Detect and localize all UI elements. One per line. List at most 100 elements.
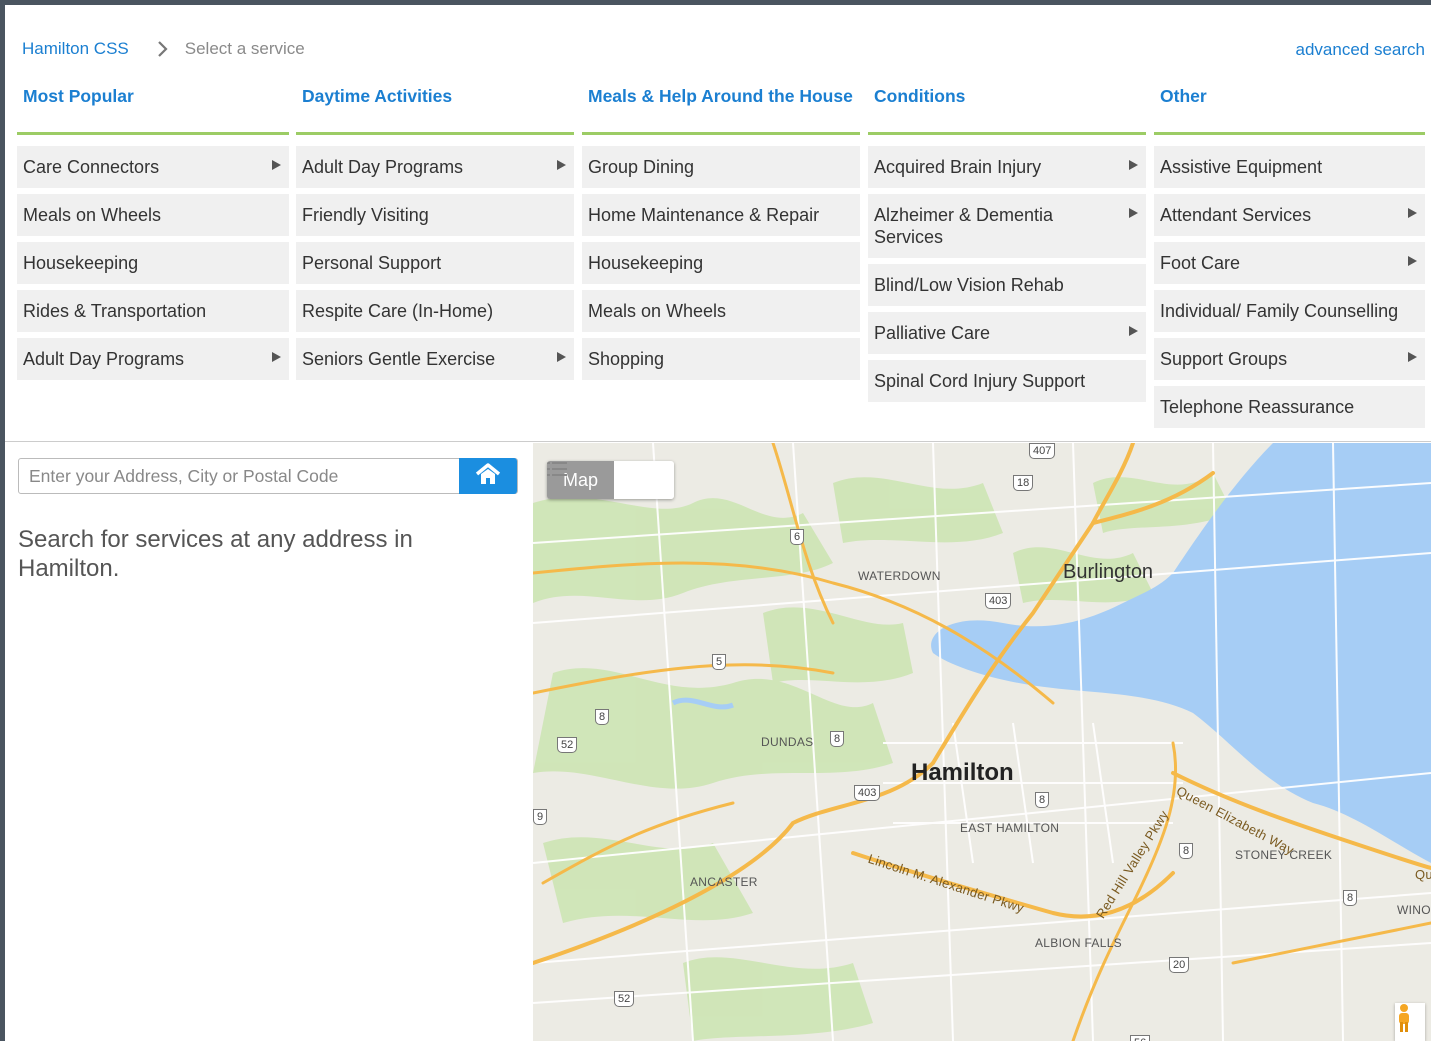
service-meals-on-wheels[interactable]: Meals on Wheels (17, 194, 289, 236)
map-label-qu: Qu (1415, 867, 1431, 882)
service-foot-care[interactable]: Foot Care (1154, 242, 1425, 284)
home-search-button[interactable] (459, 458, 517, 494)
service-attendant-services[interactable]: Attendant Services (1154, 194, 1425, 236)
service-label: Attendant Services (1160, 205, 1312, 225)
triangle-right-icon (1408, 352, 1417, 362)
column-most-popular: Most Popular Care Connectors Meals on Wh… (17, 83, 289, 386)
service-label: Support Groups (1160, 349, 1288, 369)
service-personal-support[interactable]: Personal Support (296, 242, 574, 284)
chevron-right-icon (157, 40, 169, 58)
service-label: Home Maintenance & Repair (588, 205, 820, 225)
advanced-search-link[interactable]: advanced search (1296, 40, 1425, 60)
service-housekeeping[interactable]: Housekeeping (17, 242, 289, 284)
service-label: Adult Day Programs (302, 157, 464, 177)
triangle-right-icon (272, 160, 281, 170)
highway-shield: 56 (1130, 1035, 1151, 1041)
service-label: Meals on Wheels (23, 205, 162, 225)
service-meals-on-wheels[interactable]: Meals on Wheels (582, 290, 860, 332)
service-group-dining[interactable]: Group Dining (582, 146, 860, 188)
address-search (18, 458, 518, 494)
service-family-counselling[interactable]: Individual/ Family Counselling (1154, 290, 1425, 332)
highway-shield: 8 (1179, 843, 1194, 859)
column-conditions: Conditions Acquired Brain Injury Alzheim… (868, 83, 1146, 408)
breadcrumb-home-link[interactable]: Hamilton CSS (22, 39, 129, 59)
service-label: Housekeeping (23, 253, 139, 273)
service-label: Housekeeping (588, 253, 704, 273)
highway-shield: 8 (1035, 792, 1050, 808)
triangle-right-icon (1408, 208, 1417, 218)
service-adult-day-programs[interactable]: Adult Day Programs (17, 338, 289, 380)
service-label: Group Dining (588, 157, 695, 177)
map-label-albion-falls: ALBION FALLS (1035, 936, 1122, 950)
triangle-right-icon (557, 352, 566, 362)
service-spinal-cord-injury[interactable]: Spinal Cord Injury Support (868, 360, 1146, 402)
map-label-wino: WINO (1397, 903, 1431, 917)
highway-shield: 8 (830, 731, 845, 747)
page: Hamilton CSS Select a service advanced s… (5, 5, 1431, 1041)
highway-shield: 8 (1343, 890, 1358, 906)
triangle-right-icon (272, 352, 281, 362)
service-adult-day-programs[interactable]: Adult Day Programs (296, 146, 574, 188)
service-label: Shopping (588, 349, 665, 369)
highway-shield: 18 (1013, 475, 1034, 491)
service-telephone-reassurance[interactable]: Telephone Reassurance (1154, 386, 1425, 428)
service-label: Rides & Transportation (23, 301, 207, 321)
service-label: Individual/ Family Counselling (1160, 301, 1399, 321)
service-label: Personal Support (302, 253, 442, 273)
highway-shield: 403 (985, 593, 1012, 609)
highway-shield: 407 (1029, 443, 1056, 459)
service-label: Palliative Care (874, 323, 991, 343)
street-view-pegman[interactable] (1395, 1003, 1425, 1041)
map-label-ancaster: ANCASTER (690, 875, 758, 889)
column-heading: Daytime Activities (296, 83, 574, 135)
map-view-toggle: Map (547, 461, 675, 499)
service-label: Seniors Gentle Exercise (302, 349, 496, 369)
search-prompt: Search for services at any address in Ha… (18, 526, 413, 582)
map-canvas (533, 443, 1431, 1041)
list-view-button[interactable] (547, 461, 675, 499)
column-other: Other Assistive Equipment Attendant Serv… (1154, 83, 1425, 434)
service-label: Foot Care (1160, 253, 1241, 273)
highway-shield: 5 (712, 654, 727, 670)
triangle-right-icon (557, 160, 566, 170)
home-icon (474, 462, 502, 491)
service-shopping[interactable]: Shopping (582, 338, 860, 380)
service-label: Meals on Wheels (588, 301, 727, 321)
service-label: Blind/Low Vision Rehab (874, 275, 1064, 295)
map[interactable]: Map Burlington Hamilton WATERDOWN DUNDAS… (533, 443, 1431, 1041)
triangle-right-icon (1129, 326, 1138, 336)
map-label-dundas: DUNDAS (761, 735, 814, 749)
triangle-right-icon (1129, 208, 1138, 218)
service-home-maintenance[interactable]: Home Maintenance & Repair (582, 194, 860, 236)
service-assistive-equipment[interactable]: Assistive Equipment (1154, 146, 1425, 188)
service-palliative-care[interactable]: Palliative Care (868, 312, 1146, 354)
service-acquired-brain-injury[interactable]: Acquired Brain Injury (868, 146, 1146, 188)
service-label: Telephone Reassurance (1160, 397, 1355, 417)
address-search-input[interactable] (19, 459, 479, 493)
service-label: Adult Day Programs (23, 349, 185, 369)
column-heading: Meals & Help Around the House (582, 83, 860, 135)
service-blind-low-vision[interactable]: Blind/Low Vision Rehab (868, 264, 1146, 306)
map-label-waterdown: WATERDOWN (858, 569, 941, 583)
map-label-hamilton: Hamilton (911, 759, 1014, 786)
service-support-groups[interactable]: Support Groups (1154, 338, 1425, 380)
highway-shield: 6 (790, 529, 805, 545)
breadcrumb-current: Select a service (184, 39, 305, 58)
service-rides-transportation[interactable]: Rides & Transportation (17, 290, 289, 332)
highway-shield: 20 (1169, 957, 1190, 973)
service-care-connectors[interactable]: Care Connectors (17, 146, 289, 188)
column-heading: Most Popular (17, 83, 289, 135)
map-label-east-hamilton: EAST HAMILTON (960, 821, 1060, 835)
service-respite-care[interactable]: Respite Care (In-Home) (296, 290, 574, 332)
service-friendly-visiting[interactable]: Friendly Visiting (296, 194, 574, 236)
service-label: Acquired Brain Injury (874, 157, 1042, 177)
highway-shield: 403 (854, 785, 881, 801)
service-label: Spinal Cord Injury Support (874, 371, 1086, 391)
service-alzheimer-dementia[interactable]: Alzheimer & Dementia Services (868, 194, 1146, 258)
service-seniors-gentle-exercise[interactable]: Seniors Gentle Exercise (296, 338, 574, 380)
service-label: Alzheimer & Dementia Services (874, 205, 1054, 247)
column-heading: Other (1154, 83, 1425, 135)
service-housekeeping[interactable]: Housekeeping (582, 242, 860, 284)
map-label-burlington: Burlington (1063, 561, 1154, 583)
triangle-right-icon (1408, 256, 1417, 266)
